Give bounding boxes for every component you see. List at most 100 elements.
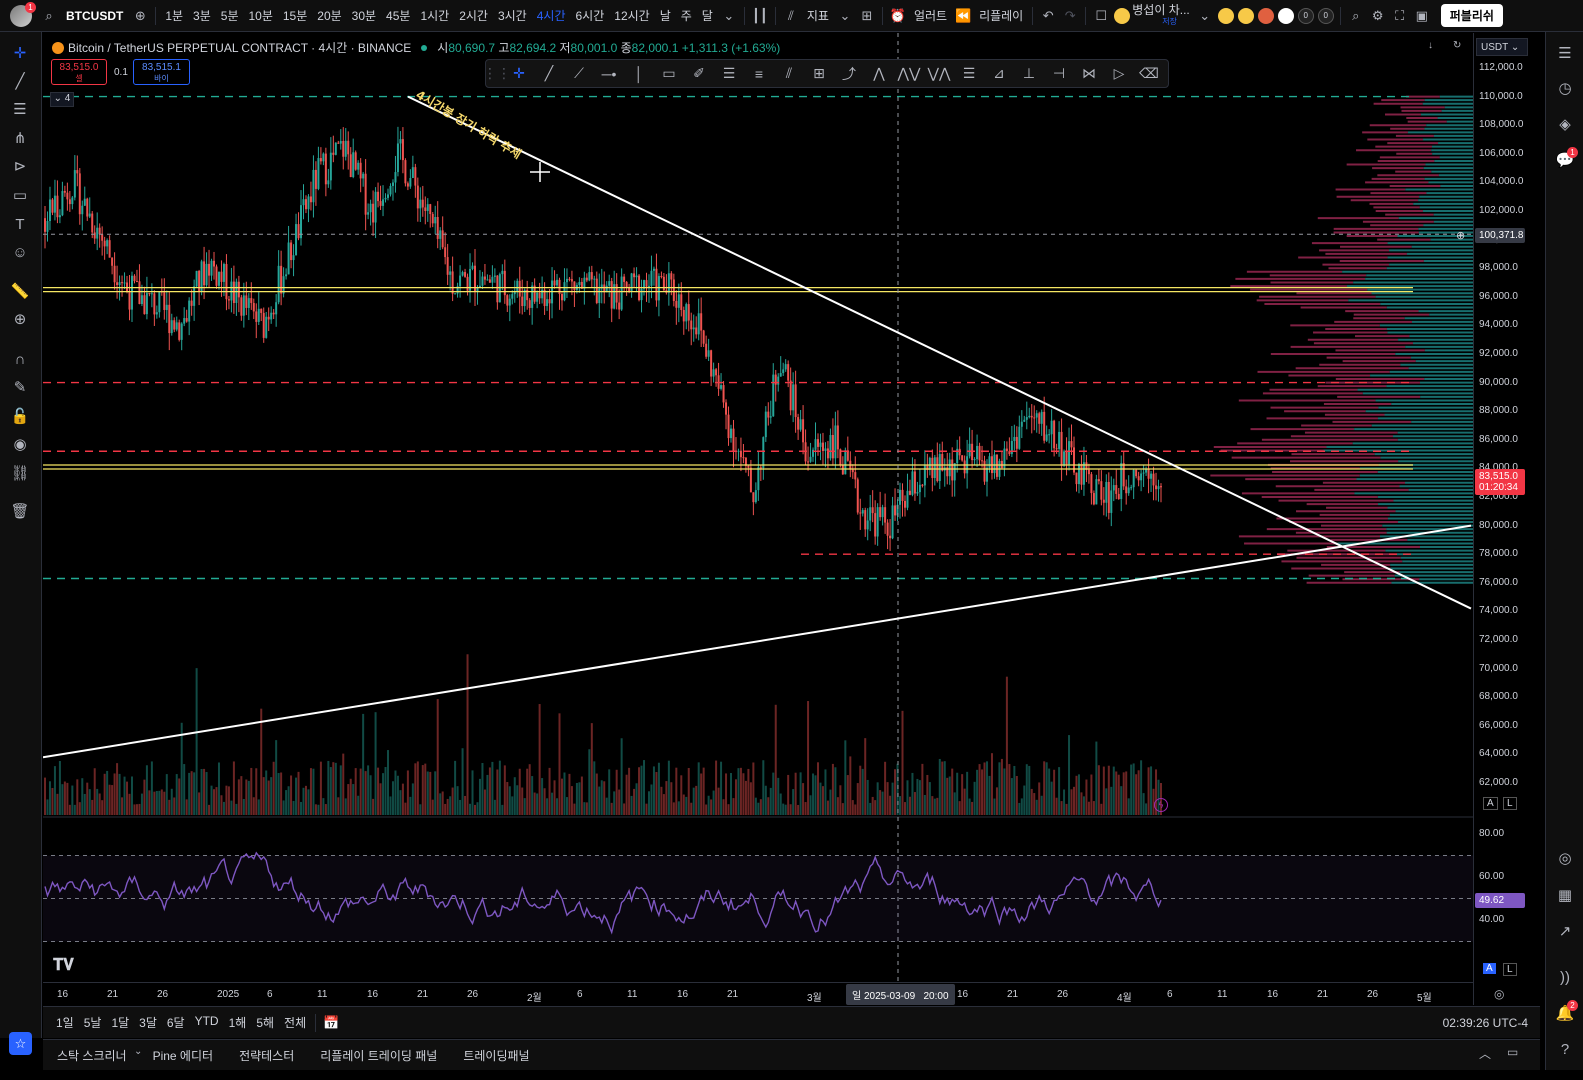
- interval-12[interactable]: 6시간: [571, 7, 610, 24]
- emoji-icon[interactable]: ☺: [9, 241, 31, 263]
- replay-button[interactable]: 리플레이: [974, 7, 1028, 24]
- gann-box-icon[interactable]: ⊞: [804, 62, 834, 86]
- rsi-auto-toggle[interactable]: A: [1483, 963, 1496, 974]
- range-button-8[interactable]: 전체: [279, 1014, 311, 1031]
- range-button-5[interactable]: YTD: [190, 1014, 224, 1031]
- alert-button[interactable]: 얼러트: [909, 7, 952, 24]
- chart-line-icon[interactable]: ↗: [1554, 920, 1576, 942]
- redo-icon[interactable]: ↷: [1059, 5, 1081, 27]
- interval-5[interactable]: 20분: [312, 7, 346, 24]
- trash-icon[interactable]: 🗑: [9, 500, 31, 522]
- range-button-1[interactable]: 5날: [79, 1014, 107, 1031]
- interval-15[interactable]: 주: [676, 7, 697, 24]
- magnet-icon[interactable]: ∩: [9, 348, 31, 370]
- candle-type-icon[interactable]: ┃┃: [749, 5, 771, 27]
- interval-13[interactable]: 12시간: [609, 7, 654, 24]
- refresh-icon[interactable]: ↻: [1453, 40, 1461, 51]
- zoom-in-icon[interactable]: ⊕: [9, 308, 31, 330]
- eye-icon[interactable]: ◉: [9, 433, 31, 455]
- range-button-6[interactable]: 1해: [224, 1014, 252, 1031]
- interval-11[interactable]: 4시간: [532, 7, 571, 24]
- interval-10[interactable]: 3시간: [493, 7, 532, 24]
- rewind-icon[interactable]: ⏪: [952, 5, 974, 27]
- layout-select-icon[interactable]: ☐: [1090, 5, 1112, 27]
- log-scale-toggle[interactable]: L: [1503, 797, 1517, 810]
- heart-eyes-emoji-icon[interactable]: [1277, 7, 1294, 24]
- chart-pane[interactable]: 4시간봉 장기 하락 추세: [43, 33, 1473, 1005]
- fib-fan-icon[interactable]: ⊿: [984, 62, 1014, 86]
- watchlist-icon[interactable]: ☰: [1554, 42, 1576, 64]
- range-button-2[interactable]: 1달: [106, 1014, 134, 1031]
- interval-14[interactable]: 날: [655, 7, 676, 24]
- ruler-icon[interactable]: 📏: [9, 280, 31, 302]
- lock-icon[interactable]: 🔓: [9, 405, 31, 427]
- indicators-button[interactable]: 지표: [802, 7, 834, 24]
- compare-plus-icon[interactable]: ⊕: [129, 5, 151, 27]
- wxy-icon[interactable]: ⋁⋀: [924, 62, 954, 86]
- path-icon[interactable]: ⤴: [834, 62, 864, 86]
- tradingview-logo-icon[interactable]: 𝐓𝐕: [53, 957, 74, 975]
- ray-icon[interactable]: ⟋: [564, 62, 594, 86]
- fullscreen-icon[interactable]: ⛶: [1389, 5, 1411, 27]
- long-position-icon[interactable]: ⊥: [1014, 62, 1044, 86]
- range-button-7[interactable]: 5해: [251, 1014, 279, 1031]
- trendline-icon[interactable]: ╱: [534, 62, 564, 86]
- fib-retracement-icon[interactable]: ☰: [954, 62, 984, 86]
- regression-icon[interactable]: ≡: [744, 62, 774, 86]
- range-button-3[interactable]: 3달: [134, 1014, 162, 1031]
- publish-button[interactable]: 퍼블리쉬: [1440, 4, 1503, 27]
- eraser-icon[interactable]: ⌫: [1134, 62, 1164, 86]
- thumbs-up-emoji-icon[interactable]: [1217, 7, 1234, 24]
- pattern-icon[interactable]: ⋈: [1074, 62, 1104, 86]
- thumbs-up-emoji-icon[interactable]: [1237, 7, 1254, 24]
- forecast-icon[interactable]: ⊳: [9, 155, 31, 177]
- camera-icon[interactable]: ▣: [1411, 5, 1433, 27]
- profile-avatar[interactable]: 1: [10, 1, 36, 27]
- symbol-search[interactable]: BTCUSDT: [60, 9, 129, 23]
- interval-1[interactable]: 3분: [188, 7, 216, 24]
- range-button-4[interactable]: 6달: [162, 1014, 190, 1031]
- indicators-icon[interactable]: ⫽: [780, 5, 802, 27]
- scroll-down-icon[interactable]: ↓: [1428, 40, 1433, 51]
- range-button-0[interactable]: 1일: [51, 1014, 79, 1031]
- interval-0[interactable]: 1분: [160, 7, 188, 24]
- drag-handle-icon[interactable]: ⋮⋮: [483, 62, 511, 86]
- bottom-tab-4[interactable]: 트레이딩패널: [463, 1047, 541, 1064]
- price-chart-canvas[interactable]: 4시간봉 장기 하락 추세: [43, 33, 1473, 1005]
- interval-6[interactable]: 30분: [347, 7, 381, 24]
- link-icon[interactable]: ⛓: [9, 462, 31, 484]
- elliott-icon[interactable]: ⋀: [864, 62, 894, 86]
- chevron-down-icon[interactable]: ⌄: [718, 5, 740, 27]
- settings-gear-icon[interactable]: ⚙: [1367, 5, 1389, 27]
- crosshair-icon[interactable]: ✛: [504, 62, 534, 86]
- layers-icon[interactable]: ◈: [1554, 113, 1576, 135]
- bottom-tab-3[interactable]: 리플레이 트레이딩 패널: [320, 1047, 449, 1064]
- indicator-collapse-button[interactable]: ⌄ 4: [50, 92, 74, 107]
- bottom-tab-0[interactable]: 스탁 스크리너: [57, 1047, 139, 1064]
- interval-7[interactable]: 45분: [381, 7, 415, 24]
- rocket-emoji-icon[interactable]: [1257, 7, 1274, 24]
- interval-16[interactable]: 달: [697, 7, 718, 24]
- text-icon[interactable]: T: [9, 213, 31, 235]
- short-position-icon[interactable]: ⊣: [1044, 62, 1074, 86]
- calendar-icon[interactable]: ▦: [1554, 884, 1576, 906]
- chevron-down-icon[interactable]: ⌄: [134, 1046, 142, 1057]
- brush-icon[interactable]: ✐: [684, 62, 714, 86]
- chevron-down-icon[interactable]: ⌄: [834, 5, 856, 27]
- parallel-channel-icon[interactable]: ☰: [714, 62, 744, 86]
- alerts-clock-icon[interactable]: ◷: [1554, 77, 1576, 99]
- legend-title[interactable]: Bitcoin / TetherUS PERPETUAL CONTRACT · …: [68, 39, 411, 56]
- chat-icon[interactable]: 💬 1: [1554, 147, 1578, 171]
- trendline-icon[interactable]: ╱: [9, 70, 31, 92]
- quick-search-icon[interactable]: ⌕: [1345, 5, 1367, 27]
- interval-2[interactable]: 5분: [216, 7, 244, 24]
- arrow-marker-icon[interactable]: ▷: [1104, 62, 1134, 86]
- sell-button[interactable]: 83,515.0 셀: [51, 59, 107, 85]
- time-scale[interactable]: 16 21 26 2025 6 11 16 21 26 2월 6 11 16 21 3월 16 21 26 4월 6 1…: [43, 982, 1473, 1006]
- bottom-tab-2[interactable]: 전략테스터: [239, 1047, 306, 1064]
- broadcast-icon[interactable]: )): [1554, 966, 1576, 988]
- alarm-clock-icon[interactable]: ⏰: [887, 5, 909, 27]
- help-icon[interactable]: ?: [1554, 1038, 1576, 1060]
- pitchfork-icon[interactable]: ⋔: [9, 127, 31, 149]
- add-alert-plus-icon[interactable]: ⊕: [1456, 229, 1465, 242]
